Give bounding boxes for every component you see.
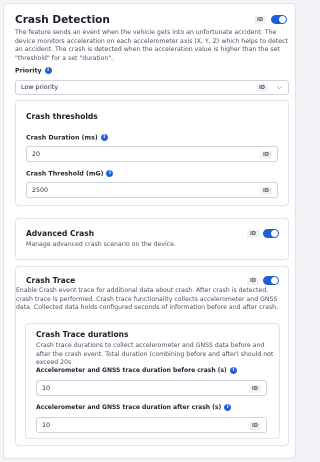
after-crash-label-text: Accelerometer and GNSS trace duration af… [36, 404, 222, 411]
after-crash-label: Accelerometer and GNSS trace duration af… [36, 404, 232, 411]
crash-duration-value: 20 [32, 151, 41, 158]
advanced-crash-title: Advanced Crash [26, 229, 95, 238]
priority-label: Priority i [15, 67, 52, 75]
crash-trace-title: Crash Trace [26, 276, 76, 285]
crash-detection-panel: Crash Detection ID The feature sends an … [3, 3, 296, 459]
crash-thresholds-title: Crash thresholds [26, 112, 98, 121]
priority-value: Low priority [21, 84, 59, 91]
chevron-down-icon: ⌵ [276, 83, 282, 91]
crash-threshold-value: 2500 [32, 187, 49, 194]
crash-threshold-input[interactable]: 2500 ID [26, 182, 278, 198]
advanced-crash-description: Manage advanced crash scenario on the de… [26, 241, 176, 248]
crash-trace-durations-card: Crash Trace durations Crash trace durati… [25, 323, 280, 439]
info-icon: i [224, 404, 232, 411]
after-crash-value: 10 [42, 422, 51, 429]
id-badge: ID [254, 16, 267, 24]
crash-threshold-label-text: Crash Threshold (mG) [26, 170, 104, 178]
before-crash-label: Accelerometer and GNSS trace duration be… [36, 367, 237, 374]
id-badge: ID [259, 151, 272, 159]
crash-duration-label-text: Crash Duration (ms) [26, 134, 98, 142]
id-badge: ID [259, 187, 272, 195]
crash-trace-toggle[interactable] [263, 276, 279, 285]
id-badge: ID [247, 277, 260, 285]
crash-duration-input[interactable]: 20 ID [26, 146, 278, 162]
priority-select[interactable]: Low priority ID ⌵ [15, 80, 289, 95]
advanced-crash-card: Advanced Crash ID Manage advanced crash … [15, 218, 289, 260]
crash-thresholds-card: Crash thresholds Crash Duration (ms) i 20… [15, 100, 289, 206]
before-crash-value: 10 [42, 385, 51, 392]
info-icon: i [229, 367, 237, 374]
crash-trace-card: Crash Trace ID Enable Crash event trace … [15, 266, 289, 446]
after-crash-input[interactable]: 10 ID [36, 417, 267, 433]
crash-trace-durations-description: Crash trace durations to collect acceler… [36, 342, 274, 367]
page-title: Crash Detection [15, 14, 110, 26]
crash-duration-label: Crash Duration (ms) i [26, 134, 108, 142]
before-crash-label-text: Accelerometer and GNSS trace duration be… [36, 367, 227, 374]
crash-trace-description: Enable Crash event trace for additional … [16, 287, 278, 312]
crash-detection-toggle[interactable] [271, 15, 287, 24]
before-crash-input[interactable]: 10 ID [36, 380, 267, 396]
id-badge: ID [255, 84, 268, 92]
crash-trace-durations-title: Crash Trace durations [36, 330, 129, 339]
id-badge: ID [247, 230, 260, 238]
crash-threshold-label: Crash Threshold (mG) i [26, 170, 114, 178]
id-badge: ID [248, 422, 261, 430]
priority-label-text: Priority [15, 67, 42, 75]
info-icon: i [106, 170, 114, 177]
id-badge: ID [248, 385, 261, 393]
info-icon: i [100, 134, 108, 141]
crash-detection-description: The feature sends an event when the vehi… [15, 29, 288, 62]
info-icon: i [44, 67, 52, 74]
advanced-crash-toggle[interactable] [263, 229, 279, 238]
